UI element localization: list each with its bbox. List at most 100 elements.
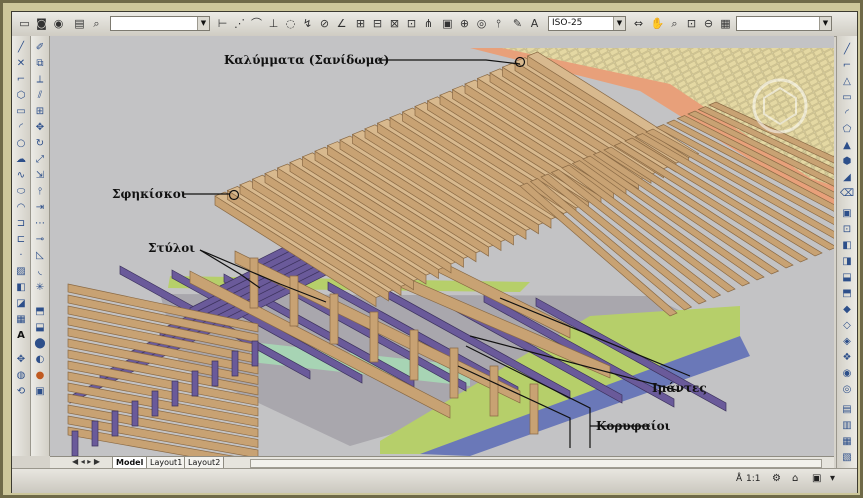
quick-dim-icon[interactable]: ⊞	[352, 15, 369, 32]
sweep-icon[interactable]: ⟲	[13, 384, 29, 399]
angular-icon[interactable]: ∠	[333, 15, 350, 32]
aligned-dim-icon[interactable]: ⋰	[231, 15, 248, 32]
copy-icon[interactable]: ⧉	[32, 56, 48, 71]
table-icon[interactable]: ▦	[13, 312, 29, 327]
sw-iso-icon[interactable]: ◆	[839, 302, 855, 317]
chamfer-icon[interactable]: ◺	[32, 248, 48, 263]
view-right-icon[interactable]: ◨	[839, 254, 855, 269]
dim-style-manager-icon[interactable]: ⇔	[630, 15, 647, 32]
zoom-icon[interactable]: ⌕	[88, 15, 105, 32]
continue-icon[interactable]: ⊠	[386, 15, 403, 32]
array-icon[interactable]: ⊞	[32, 104, 48, 119]
rectangle-icon[interactable]: ▭	[13, 104, 29, 119]
viewcube-icon[interactable]	[750, 76, 810, 136]
annotation-scale[interactable]: 1:1	[746, 474, 760, 484]
circle-icon[interactable]: ○	[13, 136, 29, 151]
dim-style-combo[interactable]: ISO-25 ▼	[548, 16, 626, 31]
save-icon[interactable]: ◉	[50, 15, 67, 32]
move-icon[interactable]: ✥	[32, 120, 48, 135]
revcloud-icon[interactable]: ☁	[13, 152, 29, 167]
line-right-icon[interactable]: ╱	[839, 42, 855, 57]
nw-iso-icon[interactable]: ❖	[839, 350, 855, 365]
erase-icon[interactable]: ✐	[32, 40, 48, 55]
break-icon[interactable]: ⋔	[420, 15, 437, 32]
view-bottom-icon[interactable]: ⊡	[839, 222, 855, 237]
annotation-visibility-icon[interactable]: ⚙	[772, 473, 781, 484]
insert-block-icon[interactable]: ⊐	[13, 216, 29, 231]
polyline-icon[interactable]: ⌐	[13, 72, 29, 87]
radius-icon[interactable]: ◌	[282, 15, 299, 32]
camera-icon[interactable]: ◉	[839, 366, 855, 381]
open-icon[interactable]: ◙	[33, 15, 50, 32]
workspace-icon[interactable]: ⌂	[792, 473, 798, 484]
pan-icon[interactable]: ✋	[649, 15, 666, 32]
render-window-icon[interactable]: ▣	[32, 384, 48, 399]
material-icon[interactable]: ●	[32, 368, 48, 383]
jogged-icon[interactable]: ↯	[299, 15, 316, 32]
cone-icon[interactable]: ▲	[839, 138, 855, 153]
layer-iso-icon[interactable]: ▧	[839, 450, 855, 465]
annotation-scale-icon[interactable]: Å	[736, 474, 742, 484]
pentagon-icon[interactable]: ⬠	[839, 122, 855, 137]
explode-icon[interactable]: ✳	[32, 280, 48, 295]
arc-length-icon[interactable]: ⌒	[248, 15, 265, 32]
view-front-icon[interactable]: ⬓	[839, 270, 855, 285]
polygon-icon[interactable]: ⬡	[13, 88, 29, 103]
arc-right-icon[interactable]: ◜	[839, 106, 855, 121]
make-block-icon[interactable]: ⊏	[13, 232, 29, 247]
triangle-icon[interactable]: △	[839, 74, 855, 89]
baseline-icon[interactable]: ⊟	[369, 15, 386, 32]
scale-icon[interactable]: ⤢	[32, 152, 48, 167]
polyline-right-icon[interactable]: ⌐	[839, 58, 855, 73]
arc-icon[interactable]: ◜	[13, 120, 29, 135]
mirror-icon[interactable]: ⟂	[32, 72, 48, 87]
se-iso-icon[interactable]: ◇	[839, 318, 855, 333]
ne-iso-icon[interactable]: ◈	[839, 334, 855, 349]
fillet-icon[interactable]: ◟	[32, 264, 48, 279]
construction-line-icon[interactable]: ✕	[13, 56, 29, 71]
view-top-icon[interactable]: ▣	[839, 206, 855, 221]
tolerance-icon[interactable]: ▣	[439, 15, 456, 32]
view-left-icon[interactable]: ◧	[839, 238, 855, 253]
rotate-icon[interactable]: ↻	[32, 136, 48, 151]
center-mark-icon[interactable]: ⊕	[456, 15, 473, 32]
drawing-area[interactable]: Καλύμματα (Σανίδωμα) Σφηκίσκοι Στύλοι Ιμ…	[50, 36, 834, 456]
presspull-icon[interactable]: ⬓	[32, 320, 48, 335]
spline-icon[interactable]: ∿	[13, 168, 29, 183]
shade-icon[interactable]: ⬤	[32, 336, 48, 351]
jogged-linear-icon[interactable]: ⫯	[490, 15, 507, 32]
zoom-window-icon[interactable]: ⊡	[683, 15, 700, 32]
dim-edit-icon[interactable]: ✎	[509, 15, 526, 32]
linear-dim-icon[interactable]: ⊢	[214, 15, 231, 32]
render-icon[interactable]: ◐	[32, 352, 48, 367]
stretch-icon[interactable]: ⇲	[32, 168, 48, 183]
ordinate-icon[interactable]: ⊥	[265, 15, 282, 32]
orbit-icon[interactable]: ◍	[13, 368, 29, 383]
clean-screen-icon[interactable]: ▾	[830, 473, 835, 484]
new-file-icon[interactable]: ▭	[16, 15, 33, 32]
eraser-icon[interactable]: ⌫	[839, 186, 855, 201]
gradient-icon[interactable]: ◧	[13, 280, 29, 295]
break-at-point-icon[interactable]: ⋯	[32, 216, 48, 231]
dim-text-edit-icon[interactable]: A	[526, 15, 543, 32]
ellipse-icon[interactable]: ⬭	[13, 184, 29, 199]
lock-icon[interactable]: ▣	[812, 473, 821, 484]
extend-icon[interactable]: ⇥	[32, 200, 48, 215]
box-icon[interactable]: ▭	[839, 90, 855, 105]
multiline-text-icon[interactable]: A	[13, 328, 29, 343]
horizontal-scrollbar[interactable]	[250, 459, 822, 468]
diameter-icon[interactable]: ⊘	[316, 15, 333, 32]
zoom-previous-icon[interactable]: ⊖	[700, 15, 717, 32]
region-icon[interactable]: ◪	[13, 296, 29, 311]
trim-icon[interactable]: ⫯	[32, 184, 48, 199]
join-icon[interactable]: ⊸	[32, 232, 48, 247]
tab-nav-icons[interactable]: ◀ ◂ ▸ ▶	[72, 457, 100, 466]
walk-icon[interactable]: ◎	[839, 382, 855, 397]
view-back-icon[interactable]: ⬒	[839, 286, 855, 301]
right-combo[interactable]: ▼	[736, 16, 832, 31]
layer-prev-icon[interactable]: ▦	[839, 434, 855, 449]
wedge-icon[interactable]: ◢	[839, 170, 855, 185]
zoom-realtime-icon[interactable]: ⌕	[666, 15, 683, 32]
gizmo-icon[interactable]: ✥	[13, 352, 29, 367]
hatch-icon[interactable]: ▨	[13, 264, 29, 279]
